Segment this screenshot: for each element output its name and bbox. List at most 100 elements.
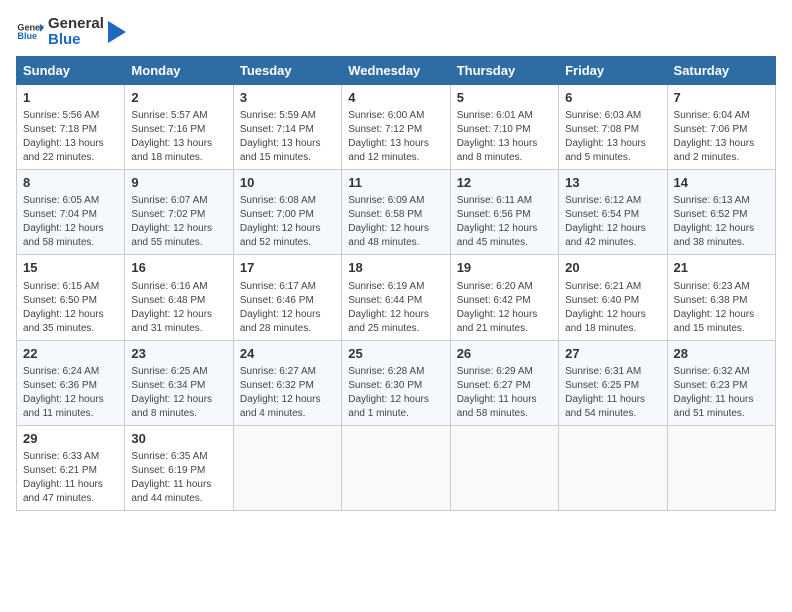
sunrise-text: Sunrise: 6:23 AM <box>674 280 769 294</box>
calendar-cell: 7 Sunrise: 6:04 AM Sunset: 7:06 PM Dayli… <box>667 85 775 170</box>
calendar-cell: 10 Sunrise: 6:08 AM Sunset: 7:00 PM Dayl… <box>233 170 341 255</box>
sunset-text: Sunset: 6:27 PM <box>457 379 552 393</box>
calendar-cell: 28 Sunrise: 6:32 AM Sunset: 6:23 PM Dayl… <box>667 340 775 425</box>
calendar-cell: 30 Sunrise: 6:35 AM Sunset: 6:19 PM Dayl… <box>125 425 233 510</box>
day-details: Sunrise: 6:08 AM Sunset: 7:00 PM Dayligh… <box>240 194 335 250</box>
sunset-text: Sunset: 6:48 PM <box>131 294 226 308</box>
daylight-text: Daylight: 13 hours and 5 minutes. <box>565 137 660 165</box>
calendar-week-3: 15 Sunrise: 6:15 AM Sunset: 6:50 PM Dayl… <box>17 255 776 340</box>
day-number: 29 <box>23 430 118 448</box>
day-details: Sunrise: 6:01 AM Sunset: 7:10 PM Dayligh… <box>457 109 552 165</box>
day-details: Sunrise: 5:59 AM Sunset: 7:14 PM Dayligh… <box>240 109 335 165</box>
calendar-cell: 6 Sunrise: 6:03 AM Sunset: 7:08 PM Dayli… <box>559 85 667 170</box>
header: General Blue General Blue <box>16 16 776 48</box>
day-details: Sunrise: 6:00 AM Sunset: 7:12 PM Dayligh… <box>348 109 443 165</box>
calendar-week-5: 29 Sunrise: 6:33 AM Sunset: 6:21 PM Dayl… <box>17 425 776 510</box>
sunset-text: Sunset: 7:18 PM <box>23 123 118 137</box>
sunrise-text: Sunrise: 6:25 AM <box>131 365 226 379</box>
day-details: Sunrise: 6:16 AM Sunset: 6:48 PM Dayligh… <box>131 280 226 336</box>
sunset-text: Sunset: 7:06 PM <box>674 123 769 137</box>
sunrise-text: Sunrise: 6:09 AM <box>348 194 443 208</box>
day-number: 25 <box>348 345 443 363</box>
calendar-cell: 24 Sunrise: 6:27 AM Sunset: 6:32 PM Dayl… <box>233 340 341 425</box>
day-details: Sunrise: 6:11 AM Sunset: 6:56 PM Dayligh… <box>457 194 552 250</box>
day-details: Sunrise: 6:09 AM Sunset: 6:58 PM Dayligh… <box>348 194 443 250</box>
daylight-text: Daylight: 12 hours and 11 minutes. <box>23 393 118 421</box>
sunrise-text: Sunrise: 6:01 AM <box>457 109 552 123</box>
sunrise-text: Sunrise: 6:08 AM <box>240 194 335 208</box>
day-details: Sunrise: 6:32 AM Sunset: 6:23 PM Dayligh… <box>674 365 769 421</box>
calendar-week-2: 8 Sunrise: 6:05 AM Sunset: 7:04 PM Dayli… <box>17 170 776 255</box>
calendar-cell: 1 Sunrise: 5:56 AM Sunset: 7:18 PM Dayli… <box>17 85 125 170</box>
calendar-cell <box>342 425 450 510</box>
day-number: 4 <box>348 89 443 107</box>
daylight-text: Daylight: 12 hours and 4 minutes. <box>240 393 335 421</box>
sunrise-text: Sunrise: 6:20 AM <box>457 280 552 294</box>
day-details: Sunrise: 6:24 AM Sunset: 6:36 PM Dayligh… <box>23 365 118 421</box>
daylight-text: Daylight: 12 hours and 48 minutes. <box>348 222 443 250</box>
day-details: Sunrise: 6:29 AM Sunset: 6:27 PM Dayligh… <box>457 365 552 421</box>
sunset-text: Sunset: 6:23 PM <box>674 379 769 393</box>
sunrise-text: Sunrise: 6:04 AM <box>674 109 769 123</box>
sunrise-text: Sunrise: 6:17 AM <box>240 280 335 294</box>
daylight-text: Daylight: 11 hours and 51 minutes. <box>674 393 769 421</box>
daylight-text: Daylight: 12 hours and 58 minutes. <box>23 222 118 250</box>
calendar-cell: 25 Sunrise: 6:28 AM Sunset: 6:30 PM Dayl… <box>342 340 450 425</box>
header-cell-sunday: Sunday <box>17 57 125 85</box>
day-number: 11 <box>348 174 443 192</box>
day-number: 23 <box>131 345 226 363</box>
sunset-text: Sunset: 6:34 PM <box>131 379 226 393</box>
calendar-cell <box>559 425 667 510</box>
daylight-text: Daylight: 13 hours and 22 minutes. <box>23 137 118 165</box>
sunrise-text: Sunrise: 6:03 AM <box>565 109 660 123</box>
daylight-text: Daylight: 11 hours and 58 minutes. <box>457 393 552 421</box>
day-number: 8 <box>23 174 118 192</box>
calendar-table: SundayMondayTuesdayWednesdayThursdayFrid… <box>16 56 776 511</box>
daylight-text: Daylight: 11 hours and 47 minutes. <box>23 478 118 506</box>
sunrise-text: Sunrise: 6:11 AM <box>457 194 552 208</box>
calendar-cell: 13 Sunrise: 6:12 AM Sunset: 6:54 PM Dayl… <box>559 170 667 255</box>
day-number: 3 <box>240 89 335 107</box>
day-number: 12 <box>457 174 552 192</box>
sunset-text: Sunset: 7:08 PM <box>565 123 660 137</box>
sunrise-text: Sunrise: 6:21 AM <box>565 280 660 294</box>
day-details: Sunrise: 6:27 AM Sunset: 6:32 PM Dayligh… <box>240 365 335 421</box>
sunrise-text: Sunrise: 5:56 AM <box>23 109 118 123</box>
daylight-text: Daylight: 12 hours and 28 minutes. <box>240 308 335 336</box>
calendar-cell: 4 Sunrise: 6:00 AM Sunset: 7:12 PM Dayli… <box>342 85 450 170</box>
daylight-text: Daylight: 12 hours and 38 minutes. <box>674 222 769 250</box>
calendar-cell: 19 Sunrise: 6:20 AM Sunset: 6:42 PM Dayl… <box>450 255 558 340</box>
calendar-week-4: 22 Sunrise: 6:24 AM Sunset: 6:36 PM Dayl… <box>17 340 776 425</box>
day-details: Sunrise: 6:13 AM Sunset: 6:52 PM Dayligh… <box>674 194 769 250</box>
sunrise-text: Sunrise: 6:13 AM <box>674 194 769 208</box>
calendar-cell: 8 Sunrise: 6:05 AM Sunset: 7:04 PM Dayli… <box>17 170 125 255</box>
calendar-cell: 12 Sunrise: 6:11 AM Sunset: 6:56 PM Dayl… <box>450 170 558 255</box>
daylight-text: Daylight: 12 hours and 31 minutes. <box>131 308 226 336</box>
sunrise-text: Sunrise: 5:57 AM <box>131 109 226 123</box>
day-details: Sunrise: 6:17 AM Sunset: 6:46 PM Dayligh… <box>240 280 335 336</box>
sunrise-text: Sunrise: 6:29 AM <box>457 365 552 379</box>
day-number: 21 <box>674 259 769 277</box>
sunset-text: Sunset: 6:46 PM <box>240 294 335 308</box>
sunrise-text: Sunrise: 5:59 AM <box>240 109 335 123</box>
sunrise-text: Sunrise: 6:28 AM <box>348 365 443 379</box>
calendar-cell: 14 Sunrise: 6:13 AM Sunset: 6:52 PM Dayl… <box>667 170 775 255</box>
logo-general: General <box>48 15 104 32</box>
sunset-text: Sunset: 7:14 PM <box>240 123 335 137</box>
daylight-text: Daylight: 12 hours and 21 minutes. <box>457 308 552 336</box>
day-number: 13 <box>565 174 660 192</box>
calendar-week-1: 1 Sunrise: 5:56 AM Sunset: 7:18 PM Dayli… <box>17 85 776 170</box>
day-number: 24 <box>240 345 335 363</box>
calendar-cell <box>667 425 775 510</box>
day-details: Sunrise: 6:23 AM Sunset: 6:38 PM Dayligh… <box>674 280 769 336</box>
calendar-cell: 11 Sunrise: 6:09 AM Sunset: 6:58 PM Dayl… <box>342 170 450 255</box>
calendar-cell: 26 Sunrise: 6:29 AM Sunset: 6:27 PM Dayl… <box>450 340 558 425</box>
sunrise-text: Sunrise: 6:24 AM <box>23 365 118 379</box>
sunset-text: Sunset: 6:36 PM <box>23 379 118 393</box>
sunset-text: Sunset: 6:44 PM <box>348 294 443 308</box>
day-number: 2 <box>131 89 226 107</box>
sunrise-text: Sunrise: 6:27 AM <box>240 365 335 379</box>
logo-arrow-icon <box>108 21 126 43</box>
day-details: Sunrise: 6:20 AM Sunset: 6:42 PM Dayligh… <box>457 280 552 336</box>
daylight-text: Daylight: 13 hours and 12 minutes. <box>348 137 443 165</box>
